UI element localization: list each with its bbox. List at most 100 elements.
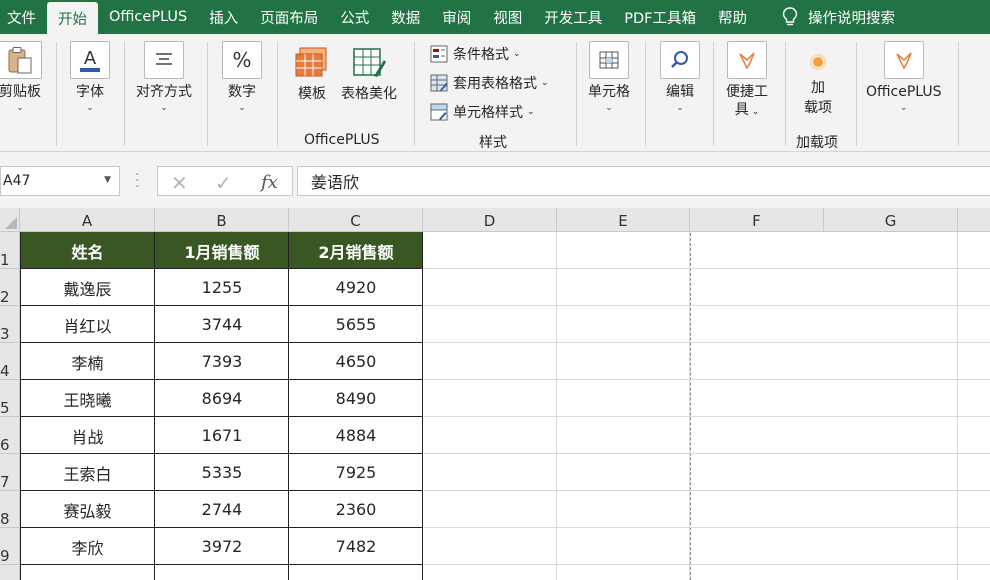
alignment-button[interactable]: 对齐方式 ⌄ xyxy=(136,41,192,113)
gridline xyxy=(423,490,990,491)
spreadsheet-grid[interactable]: A B C D E F G 1 2 3 4 5 6 7 8 9 姓名 1月销售额 2月销售额戴逸辰 1255 4920 肖… xyxy=(0,208,990,580)
font-button[interactable]: A 字体 ⌄ xyxy=(70,41,110,113)
table-border xyxy=(20,527,423,528)
officeplus-button-label: OfficePLUS xyxy=(866,84,942,100)
tab-file[interactable]: 文件 xyxy=(0,0,47,34)
column-header-a[interactable]: A xyxy=(20,208,155,232)
sales-cell[interactable]: 3972 xyxy=(155,528,289,565)
name-cell[interactable]: 肖战 xyxy=(20,417,155,454)
quick-tools-button[interactable]: 便捷工 具 ⌄ xyxy=(726,41,768,121)
sales-cell[interactable]: 8490 xyxy=(289,380,423,417)
tell-me-label: 操作说明搜索 xyxy=(808,10,895,27)
select-all-corner[interactable] xyxy=(0,208,20,232)
tab-page-layout[interactable]: 页面布局 xyxy=(249,0,329,34)
sales-cell[interactable]: 5655 xyxy=(289,306,423,343)
row-header[interactable]: 8 xyxy=(0,491,20,528)
sales-cell[interactable]: 1255 xyxy=(155,269,289,306)
sales-cell[interactable]: 7393 xyxy=(155,343,289,380)
name-cell[interactable]: 赛弘毅 xyxy=(20,491,155,528)
table-header-cell[interactable]: 姓名 xyxy=(20,232,155,269)
sales-cell[interactable]: 4920 xyxy=(289,269,423,306)
row-header[interactable]: 6 xyxy=(0,417,20,454)
sales-cell[interactable]: 2360 xyxy=(289,491,423,528)
table-border xyxy=(20,453,423,454)
editing-button[interactable]: 编辑 ⌄ xyxy=(660,41,700,113)
clipboard-button[interactable]: 剪贴板 ⌄ xyxy=(0,41,42,113)
tab-formulas[interactable]: 公式 xyxy=(329,0,380,34)
chevron-down-icon: ⌄ xyxy=(605,103,613,113)
cells-button[interactable]: 单元格 ⌄ xyxy=(588,41,630,113)
table-header-cell[interactable]: 1月销售额 xyxy=(155,232,289,269)
confirm-icon[interactable]: ✓ xyxy=(215,171,232,195)
add-ins-button[interactable]: 加 载项 xyxy=(800,48,836,118)
gridline xyxy=(423,527,990,528)
chevron-down-icon: ⌄ xyxy=(86,103,94,113)
formula-input[interactable]: 姜语欣 xyxy=(297,166,990,196)
sales-cell[interactable]: 5335 xyxy=(155,454,289,491)
number-format-button[interactable]: % 数字 ⌄ xyxy=(222,41,262,113)
sales-cell[interactable]: 4884 xyxy=(289,417,423,454)
insert-function-icon[interactable]: fx xyxy=(261,172,278,193)
tab-home[interactable]: 开始 xyxy=(47,2,98,34)
table-beautify-button[interactable]: 表格美化 xyxy=(341,46,397,103)
tab-help[interactable]: 帮助 xyxy=(707,0,758,34)
sales-cell[interactable]: 4650 xyxy=(289,343,423,380)
name-cell[interactable]: 李欣 xyxy=(20,528,155,565)
name-box[interactable]: A47 ▼ xyxy=(0,166,120,196)
tab-data[interactable]: 数据 xyxy=(380,0,431,34)
name-cell[interactable]: 戴逸辰 xyxy=(20,269,155,306)
sales-cell[interactable]: 1671 xyxy=(155,417,289,454)
name-cell[interactable]: 李楠 xyxy=(20,343,155,380)
drag-handle-icon[interactable]: · · · xyxy=(135,168,139,194)
column-header-e[interactable]: E xyxy=(557,208,690,232)
sales-cell[interactable]: 8694 xyxy=(155,380,289,417)
editing-label: 编辑 xyxy=(666,84,694,100)
row-header[interactable]: 3 xyxy=(0,306,20,343)
separator xyxy=(856,42,857,146)
format-as-table-button[interactable]: 套用表格格式 ⌄ xyxy=(430,73,549,93)
chevron-down-icon: ⌄ xyxy=(513,49,521,59)
conditional-format-label: 条件格式 xyxy=(453,47,509,63)
column-header-f[interactable]: F xyxy=(690,208,824,232)
separator xyxy=(56,42,57,146)
sales-cell[interactable]: 7925 xyxy=(289,454,423,491)
sales-cell[interactable]: 3744 xyxy=(155,306,289,343)
column-header-g[interactable]: G xyxy=(824,208,958,232)
row-header[interactable]: 2 xyxy=(0,269,20,306)
tab-pdf-tools[interactable]: PDF工具箱 xyxy=(613,0,707,34)
column-header-d[interactable]: D xyxy=(423,208,557,232)
add-ins-label-line2: 载项 xyxy=(804,100,832,116)
sales-cell[interactable]: 2744 xyxy=(155,491,289,528)
tab-insert[interactable]: 插入 xyxy=(198,0,249,34)
tell-me-search[interactable]: 操作说明搜索 xyxy=(758,0,895,34)
row-header[interactable] xyxy=(0,565,20,580)
row-header[interactable]: 4 xyxy=(0,343,20,380)
ribbon-home: 剪贴板 ⌄ A 字体 ⌄ 对齐方式 ⌄ % 数字 ⌄ 模板 表格美化 Offic… xyxy=(0,34,990,152)
name-cell[interactable]: 肖红以 xyxy=(20,306,155,343)
chevron-down-icon[interactable]: ▼ xyxy=(104,175,111,185)
separator xyxy=(645,42,646,146)
gridline xyxy=(423,305,990,306)
conditional-format-icon xyxy=(430,45,448,63)
officeplus-button[interactable]: OfficePLUS ⌄ xyxy=(866,41,942,113)
cell-styles-button[interactable]: 单元格样式 ⌄ xyxy=(430,102,535,122)
tab-view[interactable]: 视图 xyxy=(482,0,533,34)
conditional-format-button[interactable]: 条件格式 ⌄ xyxy=(430,44,521,64)
row-header[interactable]: 7 xyxy=(0,454,20,491)
name-cell[interactable]: 王索白 xyxy=(20,454,155,491)
cancel-icon[interactable]: ✕ xyxy=(171,171,188,195)
column-header-b[interactable]: B xyxy=(155,208,289,232)
template-button[interactable]: 模板 xyxy=(294,46,330,103)
row-header[interactable]: 1 xyxy=(0,232,20,269)
name-cell[interactable]: 王晓曦 xyxy=(20,380,155,417)
table-header-cell[interactable]: 2月销售额 xyxy=(289,232,423,269)
paste-icon xyxy=(0,41,42,79)
column-header-c[interactable]: C xyxy=(289,208,423,232)
row-header[interactable]: 5 xyxy=(0,380,20,417)
tab-review[interactable]: 审阅 xyxy=(431,0,482,34)
tab-developer[interactable]: 开发工具 xyxy=(533,0,613,34)
tab-officeplus[interactable]: OfficePLUS xyxy=(98,0,198,34)
row-header[interactable]: 9 xyxy=(0,528,20,565)
separator xyxy=(124,42,125,146)
sales-cell[interactable]: 7482 xyxy=(289,528,423,565)
